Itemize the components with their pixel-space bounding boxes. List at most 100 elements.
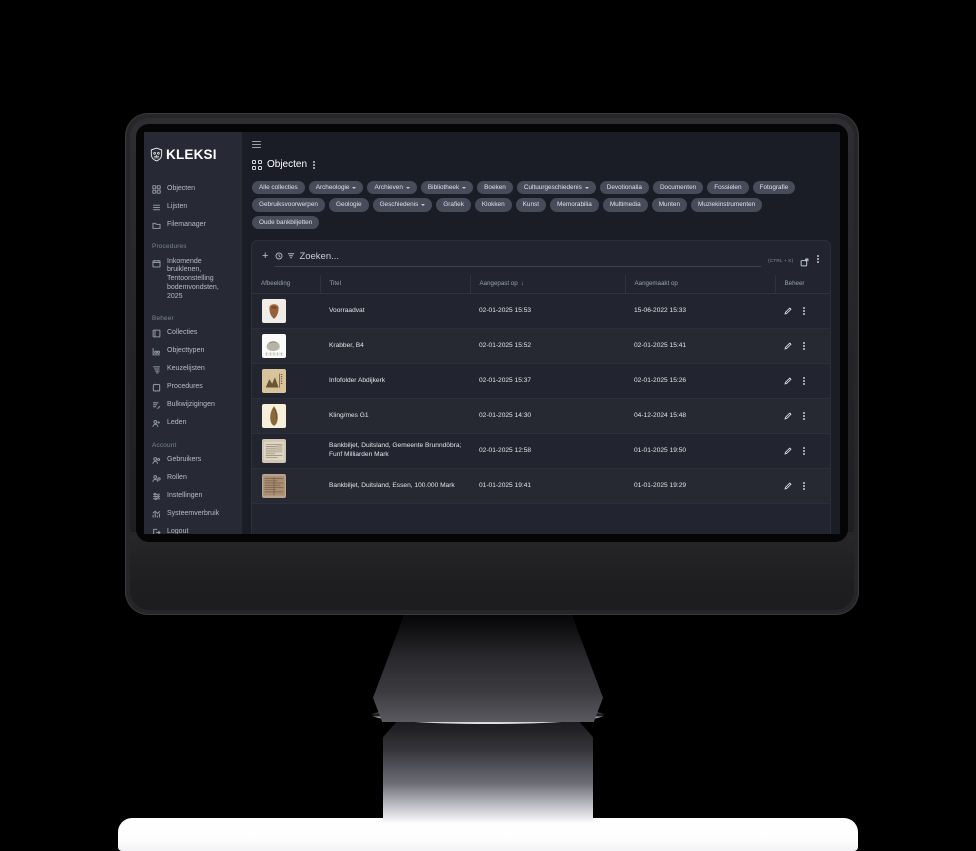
chip-label: Documenten xyxy=(659,184,697,192)
chip-fossielen[interactable]: Fossielen xyxy=(707,180,749,195)
cell-updated: 02-01-2025 15:52 xyxy=(479,342,532,350)
history-icon[interactable] xyxy=(275,252,283,260)
sidebar-item-bulkwijzigingen[interactable]: Bulkwijzigingen xyxy=(144,397,242,415)
chip-alle-collecties[interactable]: Alle collecties xyxy=(252,180,305,195)
sidebar-heading-procedures: Procedures xyxy=(152,243,187,250)
column-header-label: Aangepast op xyxy=(479,279,518,287)
chip-label: Archeologie xyxy=(315,184,350,192)
chip-bibliotheek[interactable]: Bibliotheek xyxy=(420,180,474,195)
page-header: Objecten xyxy=(252,159,830,171)
edit-icon[interactable] xyxy=(784,412,792,420)
sidebar-item-label: Leden xyxy=(167,419,187,427)
column-header-aangemaakt-op[interactable]: Aangemaakt op xyxy=(625,274,776,294)
row-options-icon[interactable] xyxy=(802,375,806,387)
table-row[interactable]: Voorraadvat 02-01-2025 15:53 15-06-2022 … xyxy=(252,293,830,329)
table-row[interactable]: Krabber, B4 02-01-2025 15:52 02-01-2025 … xyxy=(252,328,830,364)
cell-updated: 02-01-2025 15:37 xyxy=(479,377,532,385)
add-object-button[interactable]: + xyxy=(262,250,268,267)
sidebar-item-collecties[interactable]: Collecties xyxy=(144,325,242,343)
sidebar-item-rollen[interactable]: Rollen xyxy=(144,470,242,488)
sidebar-item-label: Collecties xyxy=(167,329,198,337)
chip-cultuurgeschiedenis[interactable]: Cultuurgeschiedenis xyxy=(516,180,596,195)
search-input[interactable]: Zoeken... xyxy=(275,251,762,267)
chip-archeologie[interactable]: Archeologie xyxy=(308,180,364,195)
edit-icon[interactable] xyxy=(784,342,792,350)
edit-icon[interactable] xyxy=(784,377,792,385)
table-row[interactable]: Kling/mes G1 02-01-2025 14:30 04-12-2024… xyxy=(252,398,830,434)
edit-icon[interactable] xyxy=(784,482,792,490)
logout-icon xyxy=(152,528,161,534)
chip-kunst[interactable]: Kunst xyxy=(515,198,546,212)
column-header-afbeelding[interactable]: Afbeelding xyxy=(252,274,321,294)
column-header-aangepast-op[interactable]: Aangepast op ↓ xyxy=(470,274,626,294)
monitor: KLEKSI Objecten Lijsten Filemanager Proc… xyxy=(126,114,858,614)
chip-grafiek[interactable]: Grafiek xyxy=(436,198,471,212)
cell-created: 01-01-2025 19:50 xyxy=(634,447,687,455)
owl-shield-icon xyxy=(150,147,163,162)
sidebar-item-label: Objecten xyxy=(167,184,196,192)
grid-icon xyxy=(152,184,161,194)
chip-devotionalia[interactable]: Devotionalia xyxy=(599,180,649,195)
sidebar-item-procedures[interactable]: Procedures xyxy=(144,379,242,397)
sidebar-item-logout[interactable]: Logout xyxy=(144,524,242,534)
edit-icon[interactable] xyxy=(784,447,792,455)
chip-label: Geschiedenis xyxy=(379,201,419,209)
column-header-beheer: Beheer xyxy=(775,274,830,294)
sidebar-item-filemanager[interactable]: Filemanager xyxy=(144,216,242,234)
chip-memorabilia[interactable]: Memorabilia xyxy=(550,198,599,212)
chip-gebruiksvoorwerpen[interactable]: Gebruiksvoorwerpen xyxy=(252,198,325,212)
logo-text: KLEKSI xyxy=(166,146,217,162)
edit-icon[interactable] xyxy=(784,307,792,315)
chip-multimedia[interactable]: Multimedia xyxy=(602,198,648,212)
screen: KLEKSI Objecten Lijsten Filemanager Proc… xyxy=(144,132,840,534)
export-icon[interactable] xyxy=(800,258,809,267)
table-row[interactable]: Bankbiljet, Duitsland, Gemeente Brunndöb… xyxy=(252,433,830,469)
column-header-titel[interactable]: Titel xyxy=(320,274,471,294)
chip-klokken[interactable]: Klokken xyxy=(474,198,512,212)
sidebar-item-instellingen[interactable]: Instellingen xyxy=(144,488,242,506)
sidebar-item-objecttypen[interactable]: Objecttypen xyxy=(144,343,242,361)
app-logo[interactable]: KLEKSI xyxy=(144,139,242,165)
row-options-icon[interactable] xyxy=(802,340,806,352)
filter-icon[interactable] xyxy=(287,252,295,260)
sidebar-item-leden[interactable]: Leden xyxy=(144,415,242,433)
hamburger-menu-icon[interactable] xyxy=(252,141,261,148)
row-options-icon[interactable] xyxy=(802,480,806,492)
chip-munten[interactable]: Munten xyxy=(651,198,688,212)
row-options-icon[interactable] xyxy=(802,445,806,457)
object-thumbnail-stone xyxy=(261,333,287,359)
table-row[interactable]: Infofolder Abdijkerk 02-01-2025 15:37 02… xyxy=(252,363,830,399)
chip-documenten[interactable]: Documenten xyxy=(652,180,704,195)
chip-oude-bankbiljetten[interactable]: Oude bankbiljetten xyxy=(252,215,320,229)
page-options-icon[interactable] xyxy=(312,159,316,171)
chip-label: Fossielen xyxy=(714,184,742,192)
cell-created: 04-12-2024 15:48 xyxy=(634,412,687,420)
sidebar-item-keuzelijsten[interactable]: Keuzelijsten xyxy=(144,361,242,379)
sidebar-item-procedure-active[interactable]: Inkomende bruiklenen, Tentoonstelling bo… xyxy=(144,253,242,306)
chip-boeken[interactable]: Boeken xyxy=(477,180,513,195)
chip-label: Devotionalia xyxy=(606,184,642,192)
chip-geschiedenis[interactable]: Geschiedenis xyxy=(372,198,433,212)
cell-updated: 02-01-2025 14:30 xyxy=(479,412,532,420)
chip-archieven[interactable]: Archieven xyxy=(367,180,417,195)
choicelist-icon xyxy=(152,365,161,374)
row-options-icon[interactable] xyxy=(802,305,806,317)
chip-label: Geologie xyxy=(335,201,362,209)
table-row[interactable]: Bankbiljet, Duitsland, Essen, 100.000 Ma… xyxy=(252,468,830,504)
chip-label: Multimedia xyxy=(609,201,641,209)
sidebar-item-gebruikers[interactable]: Gebruikers xyxy=(144,452,242,470)
sidebar-item-lijsten[interactable]: Lijsten xyxy=(144,198,242,216)
panel-options-icon[interactable] xyxy=(816,253,820,267)
row-options-icon[interactable] xyxy=(802,410,806,422)
sidebar-item-systeemverbruik[interactable]: Systeemverbruik xyxy=(144,506,242,524)
bulkedit-icon xyxy=(152,401,161,410)
chip-label: Muziekinstrumenten xyxy=(698,201,756,209)
chip-muziekinstrumenten[interactable]: Muziekinstrumenten xyxy=(691,198,763,212)
chip-label: Klokken xyxy=(481,201,505,209)
page-title: Objecten xyxy=(267,159,308,171)
sidebar-item-objecten[interactable]: Objecten xyxy=(144,180,242,198)
chip-geologie[interactable]: Geologie xyxy=(328,198,369,212)
sidebar-item-label: Inkomende bruiklenen, Tentoonstelling bo… xyxy=(167,257,219,300)
cell-updated: 01-01-2025 19:41 xyxy=(479,482,532,490)
chip-fotografie[interactable]: Fotografie xyxy=(752,180,796,195)
